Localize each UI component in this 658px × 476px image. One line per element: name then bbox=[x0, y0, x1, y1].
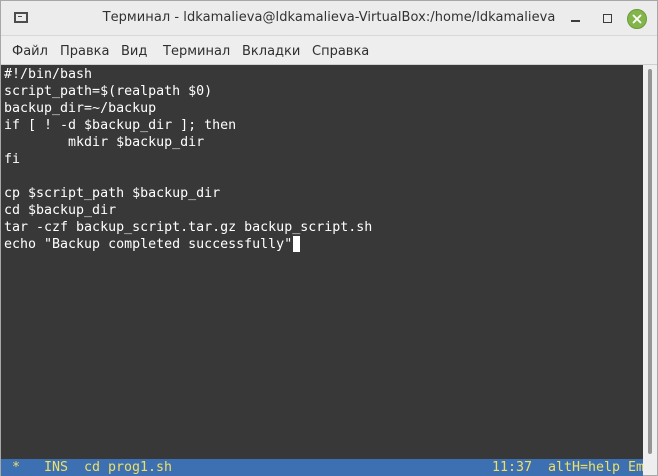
scrollbar-thumb[interactable] bbox=[648, 69, 652, 454]
status-help-hint: altH=help Em bbox=[548, 460, 643, 475]
menu-terminal[interactable]: Терминал bbox=[163, 44, 230, 59]
terminal-output[interactable]: #!/bin/bash script_path=$(realpath $0) b… bbox=[1, 65, 643, 459]
minimize-button[interactable] bbox=[565, 9, 585, 27]
maximize-button[interactable] bbox=[597, 9, 617, 27]
terminal-line: script_path=$(realpath $0) bbox=[4, 84, 213, 99]
terminal-line: #!/bin/bash bbox=[4, 67, 93, 82]
status-modified-flag: * bbox=[12, 460, 21, 475]
menu-edit[interactable]: Правка bbox=[60, 44, 109, 59]
menu-bar: Файл Правка Вид Терминал Вкладки Справка bbox=[1, 36, 657, 65]
terminal-line: tar -czf backup_script.tar.gz backup_scr… bbox=[4, 220, 373, 235]
minimize-icon bbox=[570, 20, 580, 22]
terminal-line: mkdir $backup_dir bbox=[4, 135, 205, 150]
status-mode: INS bbox=[44, 460, 69, 475]
close-button[interactable] bbox=[627, 9, 647, 29]
text-cursor bbox=[293, 236, 301, 252]
maximize-icon bbox=[602, 13, 612, 23]
terminal-line: cp $script_path $backup_dir bbox=[4, 186, 221, 201]
terminal-line: if [ ! -d $backup_dir ]; then bbox=[4, 118, 237, 133]
title-bar[interactable]: Терминал - ldkamalieva@ldkamalieva-Virtu… bbox=[1, 1, 657, 36]
terminal-line: cd $backup_dir bbox=[4, 203, 117, 218]
vertical-scrollbar[interactable] bbox=[643, 65, 657, 459]
editor-status-bar: * INS cd prog1.sh 11:37 altH=help Em bbox=[1, 459, 643, 476]
terminal-line: fi bbox=[4, 152, 21, 167]
terminal-window: Терминал - ldkamalieva@ldkamalieva-Virtu… bbox=[0, 0, 658, 476]
menu-view[interactable]: Вид bbox=[121, 44, 147, 59]
menu-file[interactable]: Файл bbox=[12, 44, 48, 59]
close-icon bbox=[632, 14, 642, 24]
terminal-line-current: echo "Backup completed successfully" bbox=[4, 236, 301, 253]
terminal-line-text: echo "Backup completed successfully" bbox=[4, 237, 293, 252]
status-command: cd prog1.sh bbox=[84, 460, 173, 475]
terminal-line: backup_dir=~/backup bbox=[4, 101, 157, 116]
menu-help[interactable]: Справка bbox=[312, 44, 369, 59]
status-time: 11:37 bbox=[492, 460, 533, 475]
window-title: Терминал - ldkamalieva@ldkamalieva-Virtu… bbox=[102, 10, 556, 25]
menu-tabs[interactable]: Вкладки bbox=[242, 44, 300, 59]
